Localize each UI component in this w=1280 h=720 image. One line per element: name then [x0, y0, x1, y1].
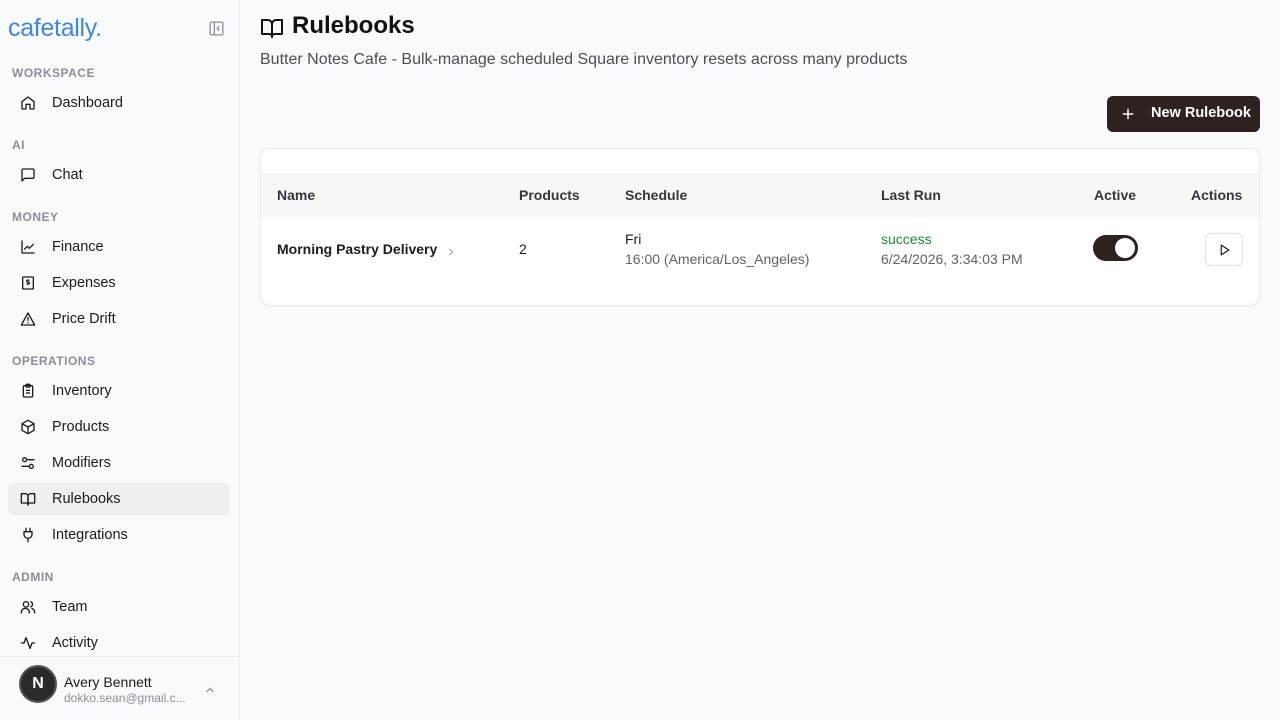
rulebooks-table: Name Products Schedule Last Run Active A…	[260, 148, 1260, 306]
receipt-icon	[20, 275, 36, 291]
sidebar-item-label: Integrations	[52, 527, 128, 543]
column-header-last-run[interactable]: Last Run	[881, 187, 941, 203]
sidebar-item-chat[interactable]: Chat	[8, 159, 230, 191]
sidebar-item-dashboard[interactable]: Dashboard	[8, 87, 230, 119]
chevron-up-icon	[204, 683, 216, 695]
package-icon	[20, 419, 36, 435]
sidebar-item-label: Inventory	[52, 383, 112, 399]
sidebar-item-label: Chat	[52, 167, 83, 183]
user-name: Avery Bennett	[64, 674, 152, 690]
book-open-icon	[20, 491, 36, 507]
column-header-actions: Actions	[1191, 187, 1243, 203]
app-logo[interactable]: cafetally.	[8, 14, 102, 43]
sidebar-item-label: Price Drift	[52, 311, 116, 327]
users-icon	[20, 599, 36, 615]
book-open-icon	[260, 16, 284, 40]
new-rulebook-label: New Rulebook	[1151, 105, 1251, 121]
run-now-button[interactable]	[1205, 233, 1243, 266]
column-header-schedule[interactable]: Schedule	[625, 187, 687, 203]
column-header-products[interactable]: Products	[519, 187, 580, 203]
sidebar-collapse-icon[interactable]	[208, 20, 225, 37]
sidebar-item-label: Rulebooks	[52, 491, 121, 507]
chevron-right-icon	[446, 244, 456, 256]
sidebar-item-team[interactable]: Team	[8, 591, 230, 623]
sidebar: cafetally. WORKSPACE Dashboard AI Chat M…	[0, 0, 240, 720]
sliders-icon	[20, 455, 36, 471]
section-label-money: MONEY	[12, 210, 59, 224]
section-label-ai: AI	[12, 138, 25, 152]
sidebar-item-label: Activity	[52, 635, 98, 651]
page-subtitle: Butter Notes Cafe - Bulk-manage schedule…	[260, 51, 908, 68]
section-label-workspace: WORKSPACE	[12, 66, 95, 80]
sidebar-item-label: Finance	[52, 239, 104, 255]
alert-triangle-icon	[20, 311, 36, 327]
new-rulebook-button[interactable]: New Rulebook	[1107, 96, 1260, 132]
sidebar-item-finance[interactable]: Finance	[8, 231, 230, 263]
sidebar-item-products[interactable]: Products	[8, 411, 230, 443]
line-chart-icon	[20, 239, 36, 255]
toggle-knob	[1115, 238, 1135, 258]
home-icon	[20, 95, 36, 111]
activity-icon	[20, 635, 36, 651]
schedule-day: Fri	[625, 231, 642, 247]
products-count: 2	[519, 241, 527, 257]
message-square-icon	[20, 167, 36, 183]
clipboard-icon	[20, 383, 36, 399]
section-label-admin: ADMIN	[12, 570, 54, 584]
sidebar-item-activity[interactable]: Activity	[8, 627, 230, 659]
column-header-active: Active	[1094, 187, 1137, 203]
sidebar-item-rulebooks[interactable]: Rulebooks	[8, 483, 230, 515]
column-header-name[interactable]: Name	[277, 187, 315, 203]
last-run-time: 6/24/2026, 3:34:03 PM	[881, 251, 1023, 267]
sidebar-item-integrations[interactable]: Integrations	[8, 519, 230, 551]
avatar: N	[19, 665, 57, 703]
sidebar-item-label: Team	[52, 599, 88, 615]
rulebook-name-link[interactable]: Morning Pastry Delivery	[277, 241, 437, 257]
sidebar-item-price-drift[interactable]: Price Drift	[8, 303, 230, 335]
page-title: Rulebooks	[292, 12, 415, 39]
sidebar-item-label: Dashboard	[52, 95, 123, 111]
schedule-time: 16:00 (America/Los_Angeles)	[625, 251, 810, 267]
sidebar-item-label: Modifiers	[52, 455, 111, 471]
user-menu[interactable]: N Avery Bennett dokko.sean@gmail.c...	[0, 656, 239, 720]
section-label-operations: OPERATIONS	[12, 354, 96, 368]
sidebar-item-expenses[interactable]: Expenses	[8, 267, 230, 299]
sidebar-item-label: Expenses	[52, 275, 116, 291]
active-toggle[interactable]	[1093, 235, 1138, 261]
user-email: dokko.sean@gmail.c...	[64, 691, 186, 705]
sidebar-item-label: Products	[52, 419, 110, 435]
plug-icon	[20, 527, 36, 543]
plus-icon	[1121, 107, 1135, 121]
sidebar-item-modifiers[interactable]: Modifiers	[8, 447, 230, 479]
play-icon	[1220, 244, 1230, 256]
last-run-status: success	[881, 231, 932, 247]
sidebar-item-inventory[interactable]: Inventory	[8, 375, 230, 407]
